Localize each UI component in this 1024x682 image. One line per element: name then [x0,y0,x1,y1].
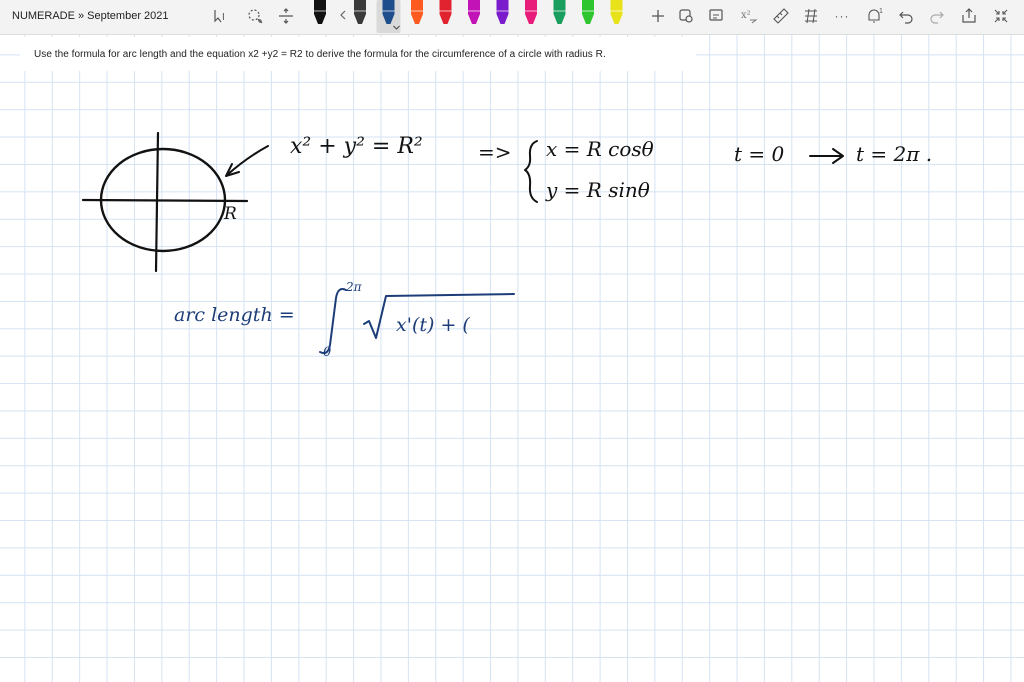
ink-pointer-arrow [225,145,269,177]
t-end: t = 2π . [856,142,933,166]
ink-layer [81,131,844,355]
ink-arrow [809,148,844,164]
circle-equation: x² + y² = R² [290,134,423,159]
t-start: t = 0 [734,142,785,166]
ink-horizontal-axis [81,198,249,203]
integral-lower-limit: 0 [323,345,332,360]
integral-upper-limit: 2π [346,280,362,294]
implies-symbol: => [478,140,512,164]
parametric-x: x = R cosθ [546,137,654,161]
circle-radius-label: R [224,204,237,224]
parametric-y: y = R sinθ [546,178,650,202]
ink-brace [524,140,538,203]
arc-length-label: arc length = [174,304,295,326]
ink-integral-sign [319,288,347,355]
integrand: x'(t) + ( [396,314,470,336]
